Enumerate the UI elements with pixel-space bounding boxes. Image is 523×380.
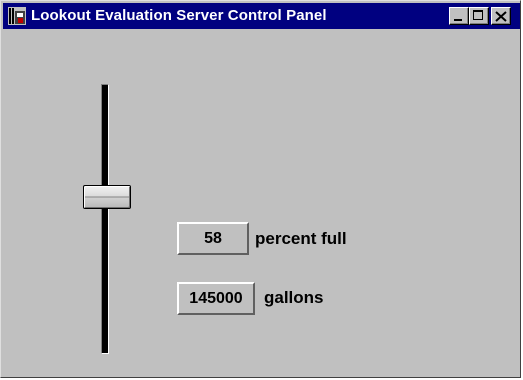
maximize-icon bbox=[473, 10, 483, 20]
percent-full-label: percent full bbox=[255, 229, 347, 248]
gallons-label: gallons bbox=[264, 288, 324, 307]
control-panel-window: Lookout Evaluation Server Control Panel … bbox=[0, 0, 521, 378]
lookout-app-icon[interactable] bbox=[8, 7, 26, 25]
slider-track[interactable] bbox=[101, 84, 109, 354]
gallons-value: 145000 bbox=[177, 282, 255, 315]
close-icon bbox=[495, 11, 507, 22]
minimize-icon bbox=[454, 19, 462, 21]
minimize-button[interactable] bbox=[449, 7, 469, 25]
tank-level-slider[interactable] bbox=[81, 81, 135, 357]
title-bar[interactable]: Lookout Evaluation Server Control Panel bbox=[3, 3, 520, 29]
close-button[interactable] bbox=[491, 7, 511, 25]
percent-full-value: 58 bbox=[177, 222, 249, 255]
slider-thumb[interactable] bbox=[83, 185, 131, 209]
maximize-button[interactable] bbox=[469, 7, 489, 25]
window-title: Lookout Evaluation Server Control Panel bbox=[31, 7, 327, 24]
